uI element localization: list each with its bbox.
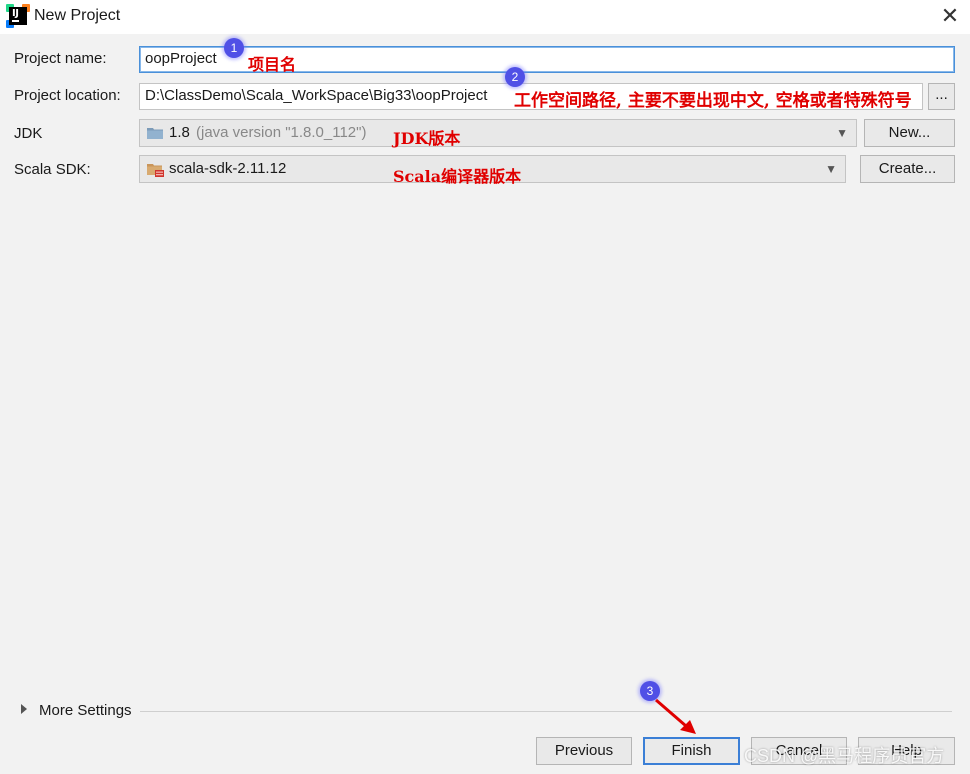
project-location-value: D:\ClassDemo\Scala_WorkSpace\Big33\oopPr… [145, 87, 488, 104]
intellij-logo-icon: IJ [6, 4, 30, 28]
scala-sdk-folder-icon [147, 164, 164, 177]
jdk-new-button[interactable]: New... [864, 119, 955, 147]
jdk-folder-icon [147, 128, 163, 139]
chevron-down-icon: ▼ [836, 126, 848, 140]
project-location-label: Project location: [14, 87, 121, 104]
step-badge-1: 1 [224, 38, 244, 58]
chevron-down-icon: ▼ [825, 162, 837, 176]
step-badge-2: 2 [505, 67, 525, 87]
separator [140, 711, 952, 712]
annotation-scala-sdk: Scala编译器版本 [393, 167, 522, 186]
scala-sdk-label: Scala SDK: [14, 161, 91, 178]
jdk-select[interactable]: 1.8 (java version "1.8.0_112") ▼ [139, 119, 857, 147]
finish-button[interactable]: Finish [643, 737, 740, 765]
annotation-project-location: 工作空间路径, 主要不要出现中文, 空格或者特殊符号 [514, 91, 912, 111]
previous-button[interactable]: Previous [536, 737, 632, 765]
jdk-version: 1.8 [169, 124, 190, 141]
scala-create-button[interactable]: Create... [860, 155, 955, 183]
project-name-value: oopProject [145, 50, 217, 67]
red-arrow-icon [655, 698, 696, 734]
close-icon[interactable]: ✕ [936, 2, 964, 30]
more-settings-label[interactable]: More Settings [39, 702, 132, 719]
jdk-label: JDK [14, 125, 43, 142]
browse-button[interactable]: ... [928, 83, 955, 110]
annotation-jdk: JDK版本 [393, 129, 461, 148]
project-name-label: Project name: [14, 50, 107, 67]
window-title: New Project [34, 7, 121, 24]
expand-triangle-icon[interactable] [21, 704, 27, 714]
watermark: CSDN @黑马程序员官方 [744, 746, 945, 766]
title-bar: IJ New Project ✕ [0, 0, 970, 34]
scala-sdk-value: scala-sdk-2.11.12 [169, 160, 287, 177]
annotation-project-name: 项目名 [248, 55, 297, 74]
jdk-detail: (java version "1.8.0_112") [196, 124, 367, 141]
